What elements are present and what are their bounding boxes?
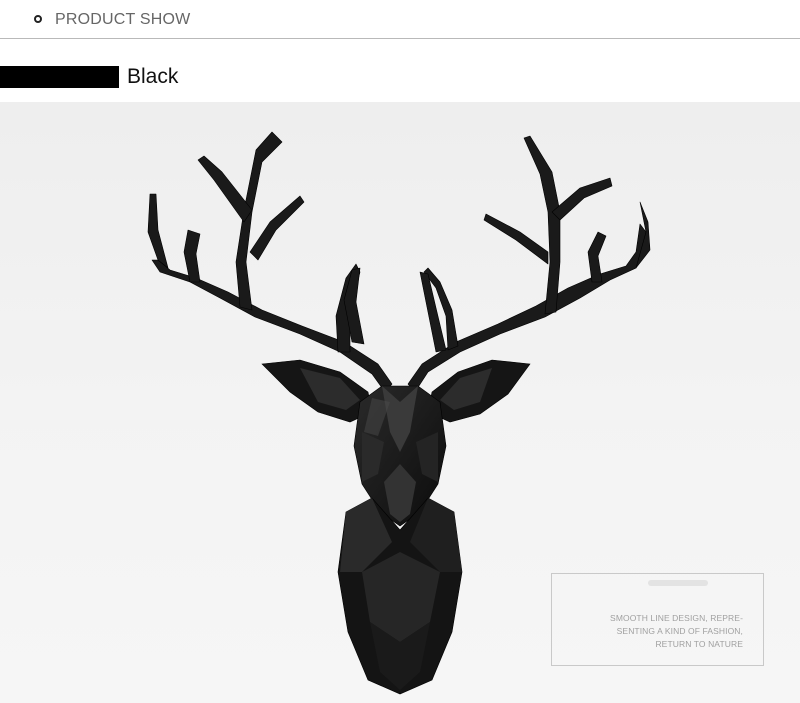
caption-box: SMOOTH LINE DESIGN, REPRE- SENTING A KIN…	[551, 573, 764, 666]
section-header: PRODUCT SHOW	[0, 0, 800, 40]
header-divider	[0, 38, 800, 39]
caption-line: SMOOTH LINE DESIGN, REPRE-	[610, 613, 743, 623]
color-variant-label: Black	[127, 65, 179, 88]
caption-line: SENTING A KIND OF FASHION,	[616, 626, 743, 636]
caption-faint-heading	[648, 580, 708, 586]
product-show-page: PRODUCT SHOW Black SMOOTH LINE DESIGN, R…	[0, 0, 800, 703]
caption-text: SMOOTH LINE DESIGN, REPRE- SENTING A KIN…	[610, 612, 743, 651]
bullet-icon	[34, 15, 42, 23]
section-title: PRODUCT SHOW	[55, 11, 191, 28]
product-photo: SMOOTH LINE DESIGN, REPRE- SENTING A KIN…	[0, 102, 800, 703]
color-swatch	[0, 66, 119, 88]
caption-line: RETURN TO NATURE	[655, 639, 743, 649]
